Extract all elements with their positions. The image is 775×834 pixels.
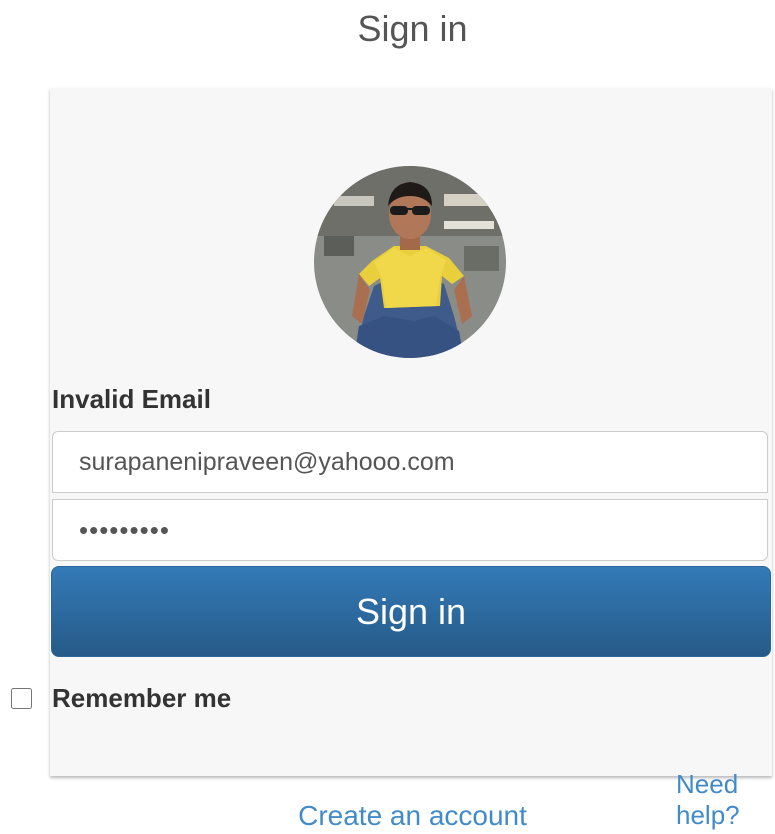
password-field[interactable] bbox=[52, 499, 768, 561]
signin-page: Sign in Invalid Email surapanenipraveen@… bbox=[0, 0, 775, 834]
signin-button[interactable]: Sign in bbox=[51, 566, 771, 657]
remember-me-checkbox[interactable] bbox=[11, 688, 32, 709]
remember-me-label: Remember me bbox=[52, 683, 232, 713]
email-field[interactable] bbox=[52, 431, 768, 493]
signin-card: Invalid Email Sign in Need help? bbox=[50, 88, 772, 830]
remember-me-row: Remember me bbox=[11, 683, 231, 714]
avatar bbox=[314, 166, 506, 358]
page-title: Sign in bbox=[357, 8, 468, 49]
error-message: Invalid Email bbox=[52, 384, 211, 414]
create-account-link[interactable]: Create an account bbox=[0, 800, 775, 832]
